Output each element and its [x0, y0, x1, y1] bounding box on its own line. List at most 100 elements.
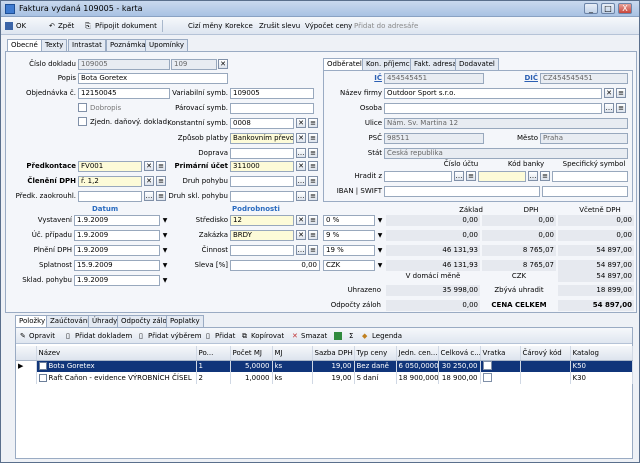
copy-button[interactable]: Kopírovat: [251, 330, 284, 342]
more-icon[interactable]: …: [296, 148, 306, 158]
dobropis-checkbox[interactable]: [78, 103, 87, 112]
column-header-jedn[interactable]: Jedn. cen...: [396, 346, 439, 361]
minimize-button[interactable]: _: [584, 3, 598, 14]
list-icon[interactable]: ≡: [308, 191, 318, 201]
ic-field[interactable]: 454545451: [384, 73, 484, 84]
edit-button[interactable]: Opravit: [29, 330, 55, 342]
excel-icon[interactable]: [334, 332, 342, 340]
column-header-nazev[interactable]: Název: [36, 346, 197, 361]
add-button[interactable]: Přidat: [215, 330, 235, 342]
zakazka-field[interactable]: BRDY: [230, 230, 294, 241]
list-icon[interactable]: ≡: [308, 118, 318, 128]
column-header-poradi[interactable]: Po...: [196, 346, 231, 361]
clear-icon[interactable]: ✕: [296, 118, 306, 128]
table-row[interactable]: Raft Caňon - evidence VÝROBNÍCH ČÍSEL 2 …: [16, 372, 633, 384]
tab-texty[interactable]: Texty: [41, 39, 68, 51]
attach-document-button[interactable]: Připojit dokument: [95, 20, 157, 32]
tab-upominky[interactable]: Upomínky: [145, 39, 188, 51]
clear-icon[interactable]: ✕: [604, 88, 614, 98]
dropdown-icon[interactable]: ▼: [376, 261, 384, 270]
return-checkbox[interactable]: [482, 360, 492, 370]
tab-intrastat[interactable]: Intrastat: [68, 39, 106, 51]
clear-icon[interactable]: ✕: [218, 59, 228, 69]
firma-field[interactable]: Outdoor Sport s.r.o.: [384, 88, 602, 99]
stat-field[interactable]: Česká republika: [384, 148, 628, 159]
maximize-button[interactable]: □: [601, 3, 615, 14]
list-icon[interactable]: ≡: [156, 176, 166, 186]
swift-field[interactable]: [542, 186, 628, 197]
dropdown-icon[interactable]: ▼: [376, 231, 384, 240]
clear-icon[interactable]: ✕: [144, 161, 154, 171]
list-icon[interactable]: ≡: [540, 171, 550, 181]
delete-button[interactable]: Smazat: [301, 330, 327, 342]
vat-rate-select[interactable]: 0 %: [323, 215, 375, 226]
list-icon[interactable]: ≡: [308, 148, 318, 158]
predkontace-field[interactable]: FV001: [78, 161, 142, 172]
more-icon[interactable]: …: [296, 191, 306, 201]
currency-select[interactable]: CZK: [323, 260, 375, 271]
zjedn-checkbox[interactable]: [78, 117, 87, 126]
foreign-currency-button[interactable]: Cizí měny: [188, 20, 222, 32]
var-symb-field[interactable]: 109005: [230, 88, 314, 99]
tab-zauctovani[interactable]: Zaúčtování: [46, 315, 94, 327]
dropdown-icon[interactable]: ▼: [376, 216, 384, 225]
list-icon[interactable]: ≡: [308, 230, 318, 240]
table-row[interactable]: ▶ Bota Goretex 1 5,0000 ks 19,00 Bez dan…: [16, 360, 633, 372]
psc-field[interactable]: 98511: [384, 133, 484, 144]
konst-field[interactable]: 0008: [230, 118, 294, 129]
popis-field[interactable]: Bota Goretex: [78, 73, 228, 84]
more-icon[interactable]: …: [296, 245, 306, 255]
clear-icon[interactable]: ✕: [296, 133, 306, 143]
cleneni-field[interactable]: ř. 1,2: [78, 176, 142, 187]
stredisko-field[interactable]: 12: [230, 215, 294, 226]
add-by-document-button[interactable]: Přidat dokladem: [75, 330, 132, 342]
uc-pripadu-date[interactable]: 1.9.2009: [74, 230, 160, 241]
mesto-field[interactable]: Praha: [540, 133, 628, 144]
bank-account-field[interactable]: [384, 171, 452, 182]
column-header-typ[interactable]: Typ ceny: [354, 346, 397, 361]
tab-dodavatel[interactable]: Dodavatel: [455, 58, 499, 70]
list-icon[interactable]: ≡: [156, 191, 166, 201]
add-by-selection-button[interactable]: Přidat výběrem: [148, 330, 202, 342]
cancel-discount-button[interactable]: Zrušit slevu: [259, 20, 300, 32]
tab-poplatky[interactable]: Poplatky: [166, 315, 204, 327]
list-icon[interactable]: ≡: [616, 103, 626, 113]
bank-code-field[interactable]: [478, 171, 526, 182]
column-header-kod[interactable]: Čárový kód: [520, 346, 571, 361]
back-button[interactable]: Zpět: [58, 20, 74, 32]
cislo-dokladu-field[interactable]: 109005: [78, 59, 170, 70]
objednavka-field[interactable]: 12150045: [78, 88, 170, 99]
tab-fakt-adresa[interactable]: Fakt. adresa: [410, 58, 461, 70]
tab-poznamka[interactable]: Poznámka: [106, 39, 150, 51]
ulice-field[interactable]: Nám. Sv. Martina 12: [384, 118, 628, 129]
list-icon[interactable]: ≡: [308, 215, 318, 225]
list-icon[interactable]: ≡: [616, 88, 626, 98]
column-header-katalog[interactable]: Katalog: [570, 346, 633, 361]
predk-zaokr-field[interactable]: [78, 191, 142, 202]
more-icon[interactable]: …: [144, 191, 154, 201]
splatnost-date[interactable]: 15.9.2009: [74, 260, 160, 271]
primarni-field[interactable]: 311000: [230, 161, 294, 172]
cislo-dokladu-series[interactable]: 109: [171, 59, 217, 70]
more-icon[interactable]: …: [604, 103, 614, 113]
vat-rate-select[interactable]: 9 %: [323, 230, 375, 241]
doprava-field[interactable]: [230, 148, 294, 159]
add-to-address-book-button[interactable]: Přidat do adresáře: [354, 20, 418, 32]
dic-field[interactable]: CZ454545451: [540, 73, 628, 84]
dic-label[interactable]: DIČ: [486, 74, 538, 82]
zpusob-field[interactable]: Bankovním převodem: [230, 133, 294, 144]
sum-button[interactable]: Σ: [349, 330, 353, 342]
more-icon[interactable]: …: [528, 171, 538, 181]
clear-icon[interactable]: ✕: [296, 230, 306, 240]
clear-icon[interactable]: ✕: [296, 215, 306, 225]
druh-pohybu-field[interactable]: [230, 176, 294, 187]
dropdown-icon[interactable]: ▼: [376, 246, 384, 255]
return-checkbox[interactable]: [482, 372, 492, 382]
ic-label[interactable]: IČ: [326, 74, 382, 82]
list-icon[interactable]: ≡: [466, 171, 476, 181]
more-icon[interactable]: …: [454, 171, 464, 181]
sklad-pohybu-date[interactable]: 1.9.2009: [74, 275, 160, 286]
cinnost-field[interactable]: [230, 245, 294, 256]
plneni-dph-date[interactable]: 1.9.2009: [74, 245, 160, 256]
column-header-sazba[interactable]: Sazba DPH: [312, 346, 355, 361]
